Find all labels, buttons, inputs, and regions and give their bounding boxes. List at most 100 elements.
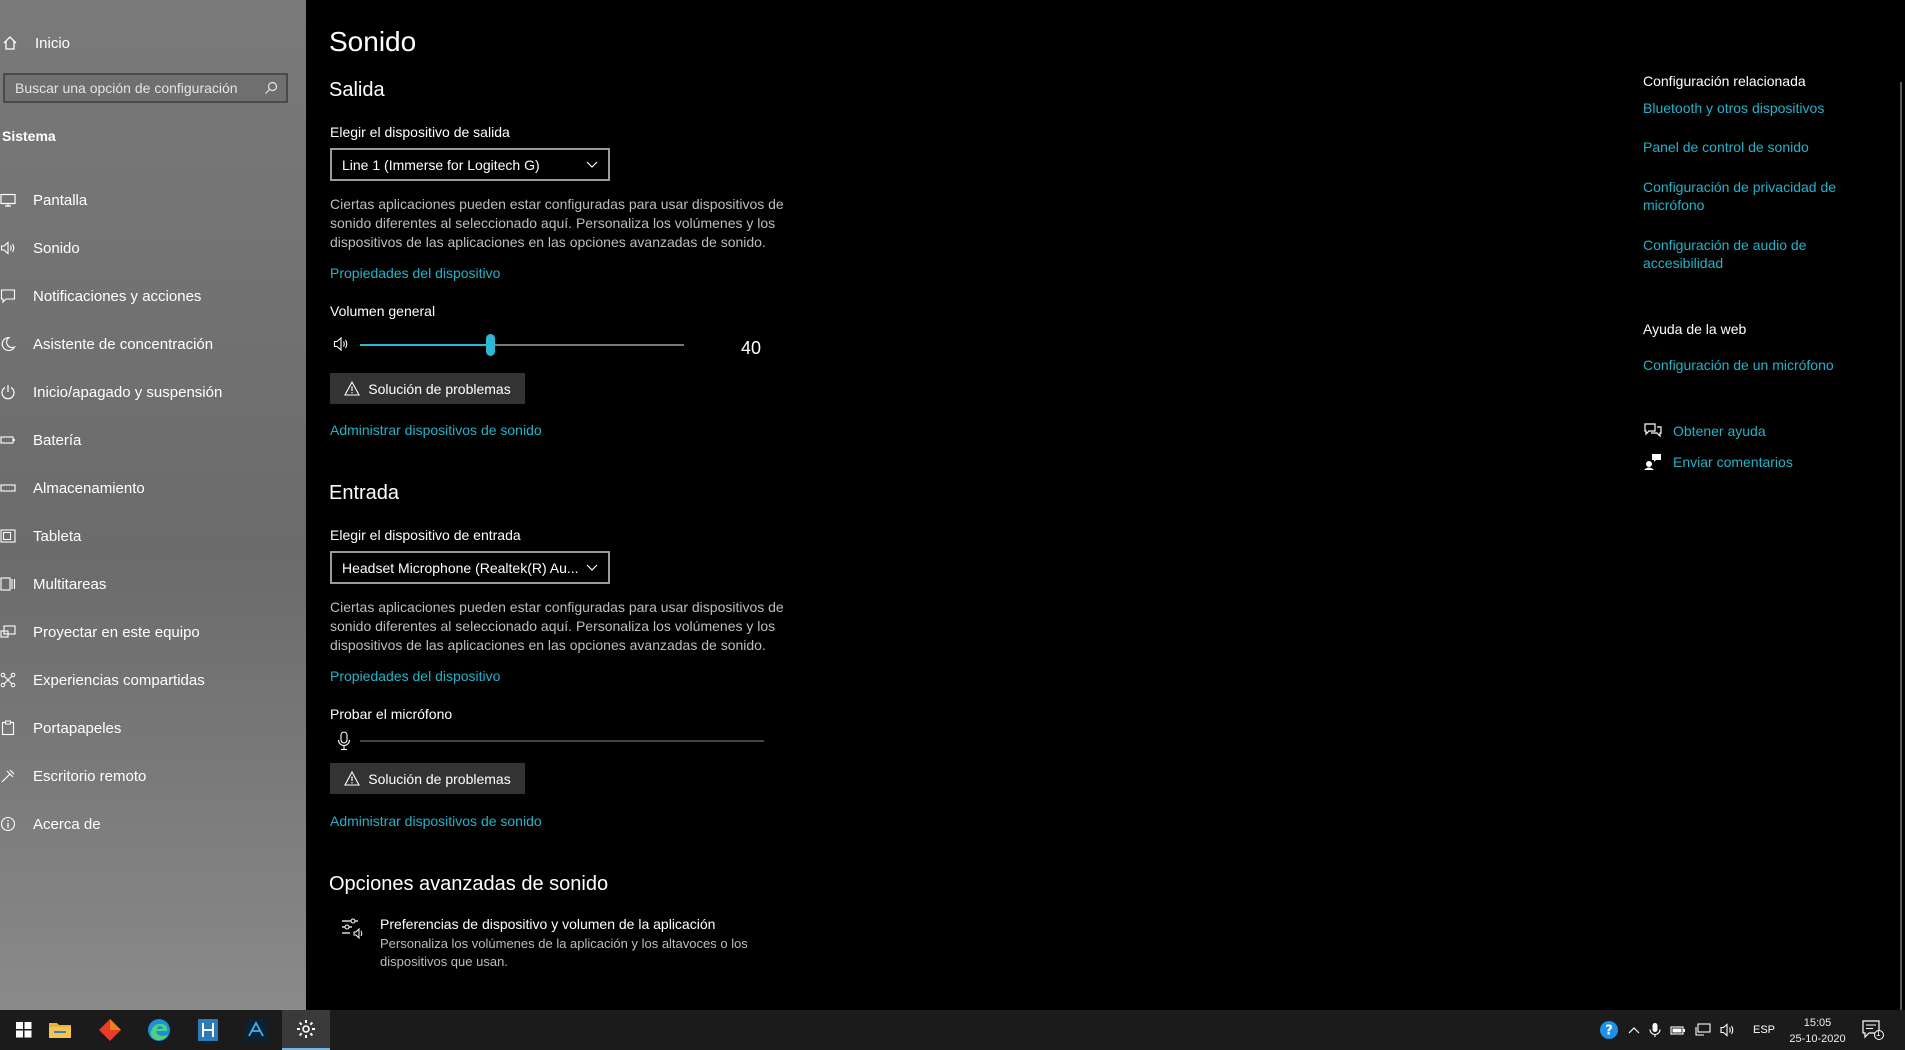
gear-icon [296, 1019, 316, 1039]
battery-tray-icon[interactable] [1670, 1024, 1686, 1036]
volume-label: Volumen general [330, 303, 436, 319]
sidebar-item-label: Experiencias compartidas [33, 671, 205, 689]
search-icon[interactable] [264, 81, 278, 95]
sidebar-item-label: Multitareas [33, 575, 107, 593]
sidebar-item-experiencias[interactable]: Experiencias compartidas [0, 656, 306, 704]
web-help-link-microphone[interactable]: Configuración de un micrófono [1643, 356, 1863, 374]
clipboard-icon [0, 720, 33, 736]
home-label: Inicio [35, 34, 71, 52]
related-link-mic-privacy[interactable]: Configuración de privacidad de micrófono [1643, 178, 1863, 214]
tablet-icon [0, 528, 33, 544]
output-description: Ciertas aplicaciones pueden estar config… [330, 196, 784, 250]
sidebar-item-bateria[interactable]: Batería [0, 416, 306, 464]
home-icon [0, 35, 35, 51]
related-link-bluetooth[interactable]: Bluetooth y otros dispositivos [1643, 99, 1863, 117]
sidebar-item-label: Acerca de [33, 815, 101, 833]
home-link[interactable]: Inicio [0, 30, 70, 56]
volume-slider-thumb[interactable] [485, 334, 495, 356]
sidebar-item-pantalla[interactable]: Pantalla [0, 176, 306, 224]
storage-icon [0, 480, 33, 496]
chevron-up-icon[interactable] [1628, 1026, 1640, 1034]
mic-level-bar [360, 740, 764, 742]
app-volume-title: Preferencias de dispositivo y volumen de… [380, 916, 716, 932]
sidebar-item-label: Sonido [33, 239, 80, 257]
taskbar-app-blue-h[interactable] [184, 1010, 232, 1050]
notification-icon [1862, 1020, 1884, 1040]
input-properties-link[interactable]: Propiedades del dispositivo [330, 668, 500, 684]
help-question-icon[interactable]: ? [1599, 1020, 1619, 1040]
send-feedback-link[interactable]: Enviar comentarios [1643, 453, 1793, 471]
feedback-icon [1643, 453, 1663, 471]
sidebar-item-notificaciones[interactable]: Notificaciones y acciones [0, 272, 306, 320]
sidebar-item-tableta[interactable]: Tableta [0, 512, 306, 560]
input-description: Ciertas aplicaciones pueden estar config… [330, 599, 784, 653]
troubleshoot-label: Solución de problemas [368, 770, 511, 787]
output-device-dropdown[interactable]: Line 1 (Immerse for Logitech G) [330, 148, 610, 181]
clock[interactable]: 15:05 25-10-2020 [1770, 1015, 1865, 1047]
sidebar: Inicio Sistema Pantalla Sonido Notificac… [0, 0, 306, 1010]
web-help-heading: Ayuda de la web [1643, 321, 1747, 337]
input-troubleshoot-button[interactable]: Solución de problemas [330, 763, 525, 794]
output-manage-devices-link[interactable]: Administrar dispositivos de sonido [330, 422, 542, 438]
action-center-button[interactable]: 1 [1862, 1020, 1884, 1040]
taskbar-settings[interactable] [282, 1010, 330, 1050]
related-link-accessibility-audio[interactable]: Configuración de audio de accesibilidad [1643, 236, 1863, 272]
volume-tray-icon[interactable] [1720, 1023, 1736, 1037]
page-title: Sonido [329, 26, 417, 57]
sidebar-item-asistente[interactable]: Asistente de concentración [0, 320, 306, 368]
advanced-heading: Opciones avanzadas de sonido [329, 873, 609, 895]
app-volume-description: Personaliza los volúmenes de la aplicaci… [380, 936, 748, 969]
mic-test-label: Probar el micrófono [330, 706, 453, 722]
search-input[interactable] [13, 79, 264, 97]
sidebar-item-label: Inicio/apagado y suspensión [33, 383, 223, 401]
sidebar-item-acerca-de[interactable]: Acerca de [0, 800, 306, 848]
sidebar-item-portapapeles[interactable]: Portapapeles [0, 704, 306, 752]
notification-count: 1 [1876, 1029, 1881, 1038]
power-icon [0, 384, 33, 400]
input-device-dropdown[interactable]: Headset Microphone (Realtek(R) Au... [330, 551, 610, 584]
volume-speaker-icon[interactable] [333, 336, 351, 352]
system-tray: ? ESP [1599, 1010, 1775, 1050]
sidebar-item-label: Almacenamiento [33, 479, 145, 497]
taskbar: ? ESP 15:05 25-10-2020 1 [0, 1010, 1905, 1050]
get-help-label: Obtener ayuda [1673, 423, 1766, 439]
network-tray-icon[interactable] [1695, 1023, 1711, 1037]
sidebar-item-proyectar[interactable]: Proyectar en este equipo [0, 608, 306, 656]
sidebar-item-label: Asistente de concentración [33, 335, 214, 353]
output-properties-link[interactable]: Propiedades del dispositivo [330, 265, 500, 281]
related-link-sound-control-panel[interactable]: Panel de control de sonido [1643, 138, 1863, 156]
send-feedback-label: Enviar comentarios [1673, 454, 1793, 470]
output-troubleshoot-button[interactable]: Solución de problemas [330, 373, 525, 404]
sidebar-item-multitareas[interactable]: Multitareas [0, 560, 306, 608]
sidebar-item-label: Batería [33, 431, 82, 449]
battery-icon [0, 432, 33, 448]
notifications-icon [0, 288, 33, 304]
output-device-label: Elegir el dispositivo de salida [330, 124, 510, 140]
edge-browser-icon [147, 1018, 171, 1042]
sidebar-item-label: Proyectar en este equipo [33, 623, 200, 641]
sidebar-item-label: Portapapeles [33, 719, 122, 737]
app-volume-preferences-item[interactable]: Preferencias de dispositivo y volumen de… [340, 916, 760, 971]
windows-logo-icon [16, 1022, 32, 1038]
search-box[interactable] [3, 73, 288, 103]
taskbar-app-red[interactable] [86, 1010, 134, 1050]
microphone-icon [337, 731, 351, 751]
input-manage-devices-link[interactable]: Administrar dispositivos de sonido [330, 813, 542, 829]
input-heading: Entrada [329, 482, 400, 504]
output-heading: Salida [329, 79, 385, 101]
taskbar-edge[interactable] [135, 1010, 183, 1050]
scrollbar[interactable] [1900, 82, 1902, 1010]
sidebar-item-escritorio-remoto[interactable]: Escritorio remoto [0, 752, 306, 800]
sliders-icon [340, 916, 366, 971]
taskbar-app-dark[interactable] [232, 1010, 280, 1050]
microphone-tray-icon[interactable] [1649, 1022, 1661, 1038]
taskbar-file-explorer[interactable] [36, 1010, 84, 1050]
output-device-value: Line 1 (Immerse for Logitech G) [342, 156, 540, 173]
sidebar-item-inicio-apagado[interactable]: Inicio/apagado y suspensión [0, 368, 306, 416]
section-title: Sistema [2, 128, 56, 144]
red-diamond-app-icon [98, 1018, 122, 1042]
sidebar-item-almacenamiento[interactable]: Almacenamiento [0, 464, 306, 512]
sidebar-item-sonido[interactable]: Sonido [0, 224, 306, 272]
get-help-link[interactable]: Obtener ayuda [1643, 422, 1766, 440]
game-app-icon [244, 1018, 268, 1042]
